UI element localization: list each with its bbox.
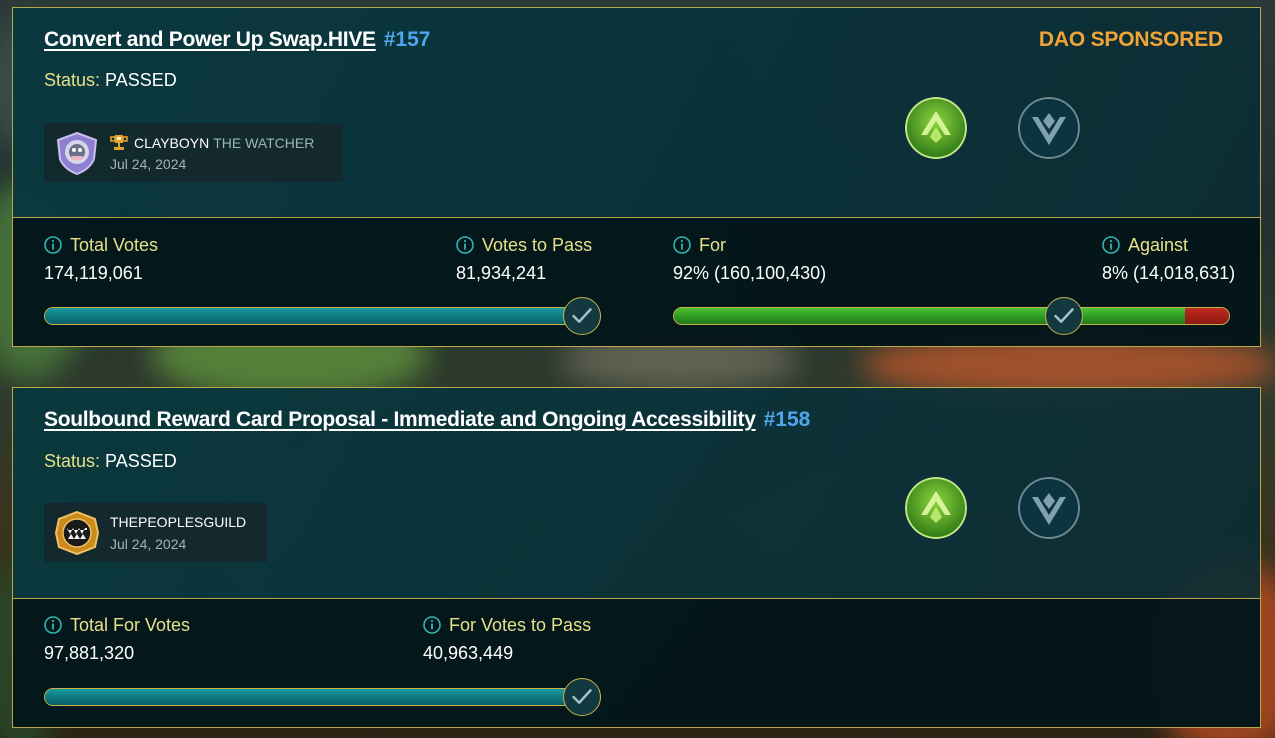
checkmark-icon xyxy=(563,297,601,335)
fanged-guild-avatar-icon xyxy=(54,511,100,555)
author-date: Jul 24, 2024 xyxy=(110,536,187,552)
info-icon[interactable] xyxy=(1102,236,1120,254)
stat-value: 92% (160,100,430) xyxy=(673,263,827,283)
proposal-status: Status: PASSED xyxy=(44,70,177,91)
vote-stats-panel: Total Votes 174,119,061 Votes to Pass 81… xyxy=(13,217,1260,346)
stat-value: 81,934,241 xyxy=(456,263,547,283)
author-title: THE WATCHER xyxy=(213,135,315,151)
status-value: PASSED xyxy=(105,451,177,471)
status-label: Status: xyxy=(44,70,101,90)
author-date: Jul 24, 2024 xyxy=(110,156,187,172)
info-icon[interactable] xyxy=(44,616,62,634)
for-progress-fill xyxy=(674,308,1185,324)
stat-label: For Votes to Pass xyxy=(449,615,592,635)
stat-value: 8% (14,018,631) xyxy=(1102,263,1236,283)
votes-progress-fill xyxy=(45,689,600,705)
dao-sponsored-badge: DAO SPONSORED xyxy=(1038,28,1223,51)
votes-progress-fill xyxy=(45,308,600,324)
proposal-status: Status: PASSED xyxy=(44,451,177,472)
checkmark-icon xyxy=(1045,297,1083,335)
upvote-button[interactable] xyxy=(905,97,967,159)
proposal-title-link[interactable]: Soulbound Reward Card Proposal - Immedia… xyxy=(44,408,756,431)
downvote-button[interactable] xyxy=(1018,477,1080,539)
stat-for-votes-to-pass: For Votes to Pass 40,963,449 xyxy=(423,615,591,664)
votes-progress-bar xyxy=(44,688,601,706)
stat-value: 40,963,449 xyxy=(423,643,514,663)
downvote-button[interactable] xyxy=(1018,97,1080,159)
info-icon[interactable] xyxy=(456,236,474,254)
proposal-title-row: Convert and Power Up Swap.HIVE #157 xyxy=(44,28,430,52)
guild-shield-avatar-icon xyxy=(56,131,98,175)
upvote-button[interactable] xyxy=(905,477,967,539)
proposal-title-link[interactable]: Convert and Power Up Swap.HIVE xyxy=(44,28,376,51)
against-progress-fill xyxy=(1184,308,1229,324)
status-value: PASSED xyxy=(105,70,177,90)
info-icon[interactable] xyxy=(673,236,691,254)
author-name: THEPEOPLESGUILD xyxy=(110,514,247,530)
vote-stats-panel: Total For Votes 97,881,320 For Votes to … xyxy=(13,598,1260,727)
proposal-title-row: Soulbound Reward Card Proposal - Immedia… xyxy=(44,408,810,432)
stat-label: Total For Votes xyxy=(70,615,191,635)
proposal-number: #157 xyxy=(383,28,431,51)
stat-label: Against xyxy=(1128,235,1189,255)
stat-value: 97,881,320 xyxy=(44,643,135,663)
author-card[interactable]: THEPEOPLESGUILD Jul 24, 2024 xyxy=(44,503,267,562)
stat-total-for-votes: Total For Votes 97,881,320 xyxy=(44,615,190,664)
stat-label: For xyxy=(699,235,726,255)
proposal-card-157: Convert and Power Up Swap.HIVE #157 DAO S… xyxy=(12,7,1261,347)
proposal-number: #158 xyxy=(763,408,811,431)
stat-label: Total Votes xyxy=(70,235,159,255)
stat-votes-to-pass: Votes to Pass 81,934,241 xyxy=(456,235,592,284)
author-name: CLAYBOYN xyxy=(134,135,210,151)
info-icon[interactable] xyxy=(423,616,441,634)
trophy-icon xyxy=(110,135,128,150)
votes-progress-bar xyxy=(44,307,601,325)
stat-against: Against 8% (14,018,631) xyxy=(1102,235,1235,284)
stat-label: Votes to Pass xyxy=(482,235,593,255)
info-icon[interactable] xyxy=(44,236,62,254)
proposal-card-158: Soulbound Reward Card Proposal - Immedia… xyxy=(12,387,1261,728)
stat-for: For 92% (160,100,430) xyxy=(673,235,826,284)
for-against-progress-bar xyxy=(673,307,1230,325)
checkmark-icon xyxy=(563,678,601,716)
stat-value: 174,119,061 xyxy=(44,263,143,283)
status-label: Status: xyxy=(44,451,101,471)
stat-total-votes: Total Votes 174,119,061 xyxy=(44,235,158,284)
author-card[interactable]: CLAYBOYN THE WATCHER Jul 24, 2024 xyxy=(44,123,343,182)
